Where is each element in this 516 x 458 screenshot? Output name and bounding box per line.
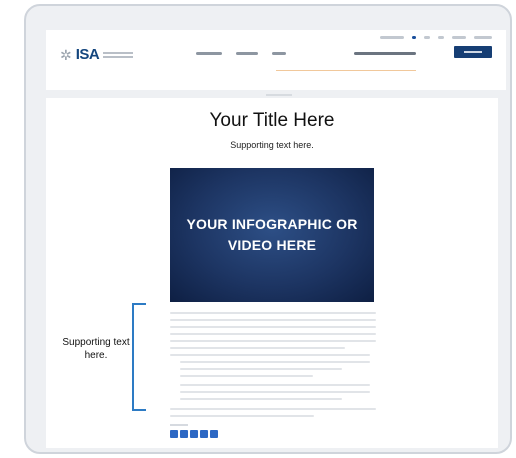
utility-link[interactable] — [474, 36, 492, 39]
body-paragraph — [180, 384, 370, 405]
utility-link[interactable] — [380, 36, 404, 39]
search-icon[interactable] — [412, 36, 416, 39]
content-area: Your Title Here Supporting text here. YO… — [46, 98, 498, 448]
page-subtitle: Supporting text here. — [230, 140, 314, 150]
media-placeholder[interactable]: YOUR INFOGRAPHIC OR VIDEO HERE — [170, 168, 374, 302]
isa-logo[interactable]: ✲ ISA — [60, 46, 134, 63]
body-paragraph — [180, 354, 370, 382]
screenshot-frame: ✲ ISA Your Title Here Supporting text he… — [24, 4, 512, 454]
utility-bar — [380, 36, 492, 39]
email-icon[interactable] — [210, 430, 218, 438]
share-label — [170, 424, 188, 426]
page-title: Your Title Here — [209, 110, 335, 131]
media-placeholder-text: YOUR INFOGRAPHIC OR VIDEO HERE — [186, 216, 358, 253]
nav-item[interactable] — [272, 52, 286, 55]
annotation-text: Supporting text here. — [62, 337, 130, 361]
logo-wordmark: ISA — [75, 46, 100, 63]
accent-rule — [276, 70, 416, 71]
site-header: ✲ ISA — [46, 30, 506, 96]
nav-item[interactable] — [236, 52, 258, 55]
main-nav — [196, 52, 286, 55]
twitter-icon[interactable] — [170, 430, 178, 438]
nav-item[interactable] — [196, 52, 222, 55]
user-icon[interactable] — [438, 36, 444, 39]
cart-icon[interactable] — [424, 36, 430, 39]
body-paragraph — [170, 408, 376, 422]
secondary-nav[interactable] — [354, 52, 416, 55]
share-icon[interactable] — [200, 430, 208, 438]
login-button[interactable] — [454, 46, 492, 58]
utility-link[interactable] — [452, 36, 466, 39]
flower-icon: ✲ — [60, 46, 72, 63]
logo-tagline — [103, 51, 134, 58]
linkedin-icon[interactable] — [180, 430, 188, 438]
breadcrumb — [266, 94, 292, 96]
facebook-icon[interactable] — [190, 430, 198, 438]
share-icons — [170, 430, 218, 438]
